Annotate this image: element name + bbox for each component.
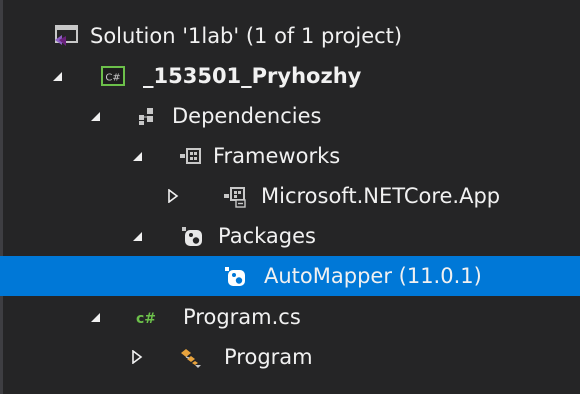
csharp-project-icon: C#	[100, 64, 126, 88]
tree-item-automapper[interactable]: AutoMapper (11.0.1)	[0, 256, 580, 296]
expanded-arrow-icon[interactable]	[84, 96, 106, 136]
collapsed-arrow-icon[interactable]	[126, 337, 148, 377]
solution-icon	[53, 24, 79, 48]
expanded-arrow-icon[interactable]	[46, 56, 68, 96]
expanded-arrow-icon[interactable]	[126, 216, 148, 256]
tree-item-program-class[interactable]: Program	[0, 337, 580, 377]
expanded-arrow-icon[interactable]	[126, 136, 148, 176]
svg-text:c#: c#	[136, 311, 156, 327]
tree-item-microsoft-netcore-app[interactable]: Microsoft.NETCore.App	[0, 176, 580, 216]
framework-reference-icon	[222, 184, 248, 208]
tree-item-label: Program.cs	[183, 305, 301, 329]
tree-item-frameworks[interactable]: Frameworks	[0, 136, 580, 176]
nuget-packages-icon	[179, 224, 205, 248]
tree-item-label: _153501_Pryhozhy	[143, 64, 362, 88]
expanded-arrow-icon[interactable]	[84, 297, 106, 337]
tree-item-label: Frameworks	[213, 144, 341, 168]
tree-item-packages[interactable]: Packages	[0, 216, 580, 256]
nuget-package-icon	[222, 264, 248, 288]
tree-item-label: Program	[224, 345, 313, 369]
tree-item-dependencies[interactable]: Dependencies	[0, 96, 580, 136]
dependencies-icon	[133, 104, 159, 128]
tree-item-project[interactable]: C# _153501_Pryhozhy	[0, 56, 580, 96]
collapsed-arrow-icon[interactable]	[162, 176, 184, 216]
csharp-file-icon: c#	[134, 305, 160, 329]
tree-item-label: Packages	[218, 224, 316, 248]
tree-item-label: AutoMapper (11.0.1)	[264, 264, 482, 288]
tree-item-program-cs[interactable]: c# Program.cs	[0, 297, 580, 337]
solution-explorer-tree: Solution '1lab' (1 of 1 project) C# _153…	[0, 0, 580, 394]
class-icon	[177, 345, 203, 369]
tree-item-label: Dependencies	[172, 104, 322, 128]
tree-item-label: Microsoft.NETCore.App	[261, 184, 501, 208]
svg-text:C#: C#	[105, 73, 120, 84]
tree-item-label: Solution '1lab' (1 of 1 project)	[90, 24, 403, 48]
frameworks-icon	[177, 144, 203, 168]
tree-item-solution[interactable]: Solution '1lab' (1 of 1 project)	[0, 16, 580, 56]
